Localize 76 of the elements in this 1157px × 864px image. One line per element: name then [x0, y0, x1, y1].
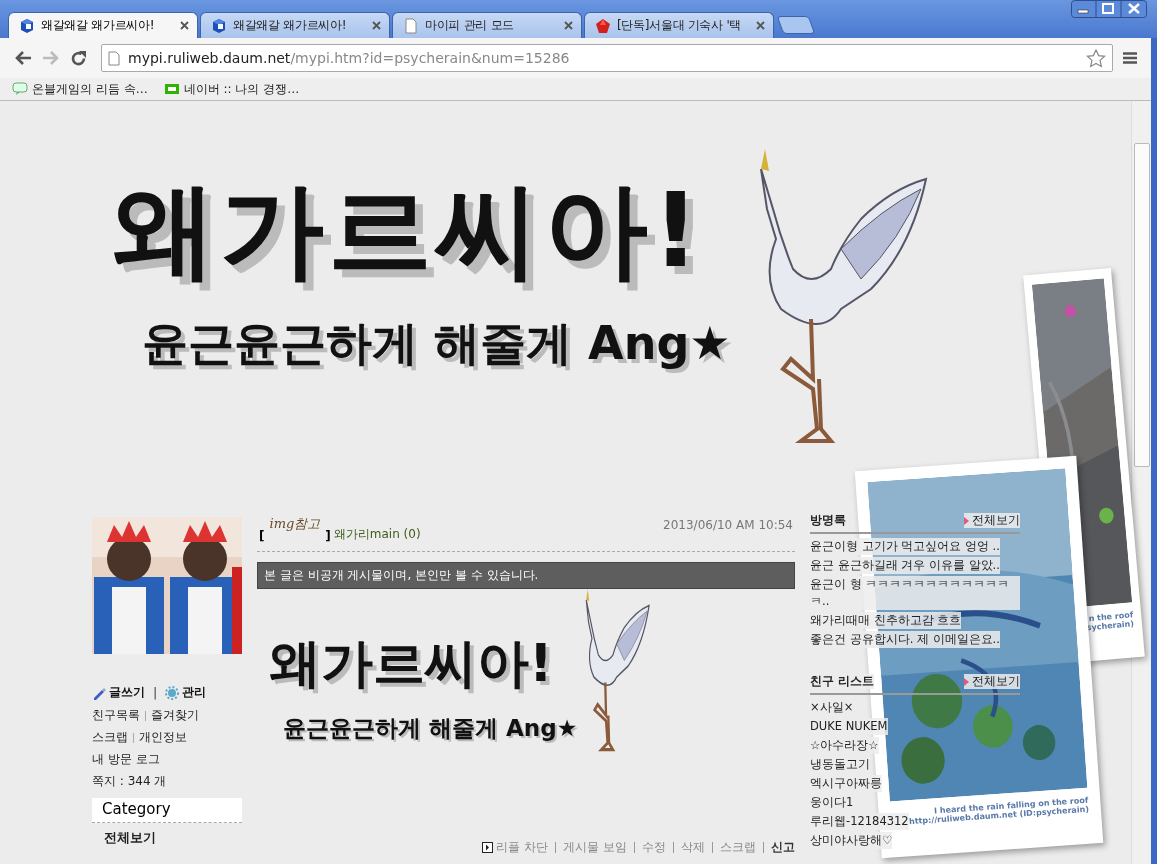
browser-tab[interactable]: 왜갈왜갈 왜가르씨아! [8, 12, 198, 38]
guestbook-entry[interactable]: 윤근 윤근하길래 겨우 이유를 알았.. [810, 557, 1000, 574]
forward-icon[interactable] [42, 50, 60, 66]
view-all-link[interactable]: 전체보기 [964, 513, 1020, 528]
close-icon [180, 21, 189, 30]
friend-name[interactable]: ×사일× [810, 699, 854, 716]
friend-list-title: 친구 리스트 [810, 674, 874, 689]
guestbook-entry[interactable]: 윤근이 형 ㅋㅋㅋㅋㅋㅋㅋㅋㅋㅋㅋㅋㅋ.. [810, 576, 1020, 610]
friend-name[interactable]: 웅이다1 [810, 794, 854, 811]
arrow-box-icon [482, 842, 494, 853]
reload-icon[interactable] [70, 49, 87, 67]
triangle-icon [964, 516, 969, 525]
friend-name[interactable]: 상미야사랑해♡ [810, 832, 893, 849]
triangle-icon [964, 677, 969, 686]
cube-icon [19, 17, 35, 34]
scroll-thumb[interactable] [1134, 143, 1150, 467]
close-icon [564, 21, 573, 30]
page-icon [108, 50, 120, 66]
pencil-icon [92, 685, 106, 700]
bookmark[interactable]: 온블게임의 리듬 속… [12, 80, 148, 98]
sidebar-link[interactable]: 쪽지 : 344 개 [92, 773, 167, 790]
bookmark[interactable]: 네이버 :: 나의 경쟁… [163, 80, 300, 98]
post-tag: img참고 [267, 515, 323, 543]
star-icon[interactable] [1086, 48, 1106, 68]
browser-tab[interactable]: 마이피 관리 모드 [392, 12, 582, 38]
browser-tab[interactable]: [단독]서울대 기숙사 '택 [584, 12, 774, 38]
guestbook-title: 방명록 [810, 513, 846, 528]
post-title[interactable]: 왜가리main (0) [333, 526, 421, 543]
address-bar[interactable]: mypi.ruliweb.daum.net/mypi.htm?id=psycherain&num=15286 [101, 44, 1113, 72]
speech-bubble-icon [12, 81, 28, 97]
sidebar-link[interactable]: 스크랩 [92, 729, 128, 746]
friend-name[interactable]: 엑시구아짜릉 [810, 775, 882, 792]
menu-icon[interactable] [1123, 52, 1137, 64]
back-icon[interactable] [14, 50, 32, 66]
blog-title: 왜가르씨아! [112, 173, 705, 288]
close-icon [756, 21, 765, 30]
browser-tab[interactable]: 왜갈왜갈 왜가르씨아! [200, 12, 390, 38]
url-text: mypi.ruliweb.daum.net/mypi.htm?id=psycherain&num=15286 [128, 50, 570, 66]
sidebar-link[interactable]: 개인정보 [139, 729, 187, 746]
gear-icon [165, 685, 180, 700]
category-header: Category [92, 798, 242, 823]
close-icon [372, 21, 381, 30]
sidebar-action[interactable]: 관리 [165, 684, 207, 701]
guestbook-entry[interactable]: 좋은건 공유합시다. 제 이메일은요.. [810, 631, 1000, 648]
gem-icon [595, 17, 611, 34]
image-title: 왜가르씨아! [269, 632, 554, 695]
sidebar-link[interactable]: 즐겨찾기 [151, 707, 199, 724]
friend-name[interactable]: DUKE NUKEM [810, 718, 888, 735]
guestbook-entry[interactable]: 윤근이형 고기가 먹고싶어요 엉엉 .. [810, 538, 1000, 555]
post-date: 2013/06/10 AM 10:54 [663, 518, 793, 532]
friend-name[interactable]: 루리웹-12184312 [810, 813, 909, 830]
tab-title: [단독]서울대 기숙사 '택 [617, 17, 742, 34]
bracket-close: ] [325, 529, 331, 543]
sidebar-action[interactable]: 글쓰기 [92, 684, 145, 701]
friend-name[interactable]: ☆아수라장☆ [810, 737, 879, 754]
square-icon [163, 81, 180, 97]
sidebar-link[interactable]: 내 방문 로그 [92, 751, 160, 768]
bracket-open: [ [259, 529, 265, 543]
category-item[interactable]: 전체보기 [92, 823, 242, 853]
image-subtitle: 윤근윤근하게 해줄게 Ang★ [282, 714, 578, 743]
new-tab-button[interactable] [776, 16, 816, 34]
blog-subtitle: 윤근윤근하게 해줄게 Ang★ [141, 315, 731, 373]
sidebar-link[interactable]: 친구목록 [92, 707, 140, 724]
page-icon [403, 17, 419, 34]
post-action-link[interactable]: 신고 [771, 839, 795, 856]
tab-title: 왜갈왜갈 왜가르씨아! [233, 17, 347, 34]
view-all-link[interactable]: 전체보기 [964, 674, 1020, 689]
window-controls-icon[interactable] [1071, 0, 1147, 18]
cube-icon [211, 17, 227, 34]
private-notice: 본 글은 비공개 게시물이며, 본인만 볼 수 있습니다. [257, 562, 795, 589]
guestbook-entry[interactable]: 왜가리때매 친추하고감 흐흐 [810, 612, 962, 629]
tab-title: 왜갈왜갈 왜가르씨아! [41, 17, 155, 34]
separator: | [153, 685, 158, 700]
photo-caption: sycherain) [1086, 619, 1135, 633]
friend-name[interactable]: 냉동돌고기 [810, 756, 870, 773]
tab-title: 마이피 관리 모드 [425, 17, 514, 34]
